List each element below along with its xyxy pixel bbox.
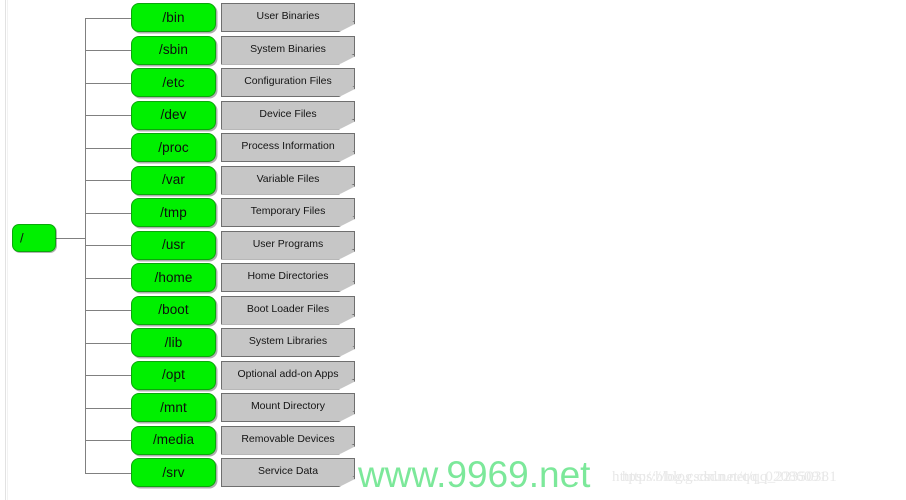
- directory-description-bin: User Binaries: [221, 3, 355, 32]
- directory-description-label: System Binaries: [250, 42, 326, 55]
- directory-description-label: Device Files: [259, 107, 317, 120]
- directory-node-bin[interactable]: /bin: [131, 3, 216, 32]
- directory-description-boot: Boot Loader Files: [221, 295, 355, 325]
- directory-node-mnt[interactable]: /mnt: [131, 393, 216, 422]
- directory-description-sbin: System Binaries: [221, 35, 355, 65]
- tree-branch-line: [85, 83, 131, 85]
- directory-description-label: Service Data: [257, 465, 319, 478]
- folded-corner-icon: [337, 411, 354, 421]
- directory-node-opt[interactable]: /opt: [131, 360, 216, 390]
- page-edge-line-secondary: [7, 0, 8, 500]
- tree-branch-line: [85, 148, 131, 150]
- page-edge-line: [5, 0, 6, 500]
- folded-corner-icon: [337, 313, 354, 324]
- tree-branch-line: [85, 343, 131, 345]
- directory-node-label: /usr: [162, 237, 185, 253]
- node-root[interactable]: /: [12, 224, 56, 252]
- directory-description-label: User Programs: [252, 237, 324, 250]
- tree-branch-line: [85, 310, 131, 312]
- directory-node-usr[interactable]: /usr: [131, 230, 216, 260]
- directory-node-lib[interactable]: /lib: [131, 328, 216, 357]
- directory-node-label: /mnt: [160, 399, 187, 415]
- directory-description-opt: Optional add-on Apps: [221, 360, 355, 390]
- directory-node-label: /opt: [162, 367, 185, 383]
- directory-node-label: /sbin: [158, 42, 189, 58]
- directory-description-media: Removable Devices: [221, 425, 355, 455]
- tree-branch-line: [85, 50, 131, 52]
- directory-description-label: Mount Directory: [250, 400, 326, 413]
- directory-description-proc: Process Information: [221, 133, 355, 162]
- tree-branch-line: [85, 375, 131, 377]
- folded-corner-icon: [337, 248, 354, 259]
- tree-trunk-line: [85, 18, 87, 473]
- directory-description-usr: User Programs: [221, 230, 355, 260]
- directory-node-label: /proc: [158, 139, 189, 155]
- directory-description-etc: Configuration Files: [221, 68, 355, 97]
- directory-node-label: /var: [162, 172, 185, 188]
- directory-node-dev[interactable]: /dev: [131, 100, 216, 130]
- directory-node-home[interactable]: /home: [131, 263, 216, 292]
- folded-corner-icon: [337, 53, 354, 64]
- directory-description-var: Variable Files: [221, 165, 355, 195]
- tree-branch-line: [85, 440, 131, 442]
- directory-node-label: /boot: [158, 302, 189, 318]
- directory-description-srv: Service Data: [221, 458, 355, 487]
- folded-corner-icon: [337, 443, 354, 454]
- folded-corner-icon: [337, 183, 354, 194]
- directory-node-label: /home: [154, 269, 193, 285]
- tree-branch-line: [85, 115, 131, 117]
- directory-description-label: Variable Files: [256, 172, 320, 185]
- directory-node-label: /lib: [164, 334, 183, 350]
- folded-corner-icon: [337, 21, 354, 31]
- directory-description-home: Home Directories: [221, 263, 355, 292]
- directory-node-sbin[interactable]: /sbin: [131, 35, 216, 65]
- directory-node-srv[interactable]: /srv: [131, 458, 216, 487]
- folded-corner-icon: [337, 216, 354, 226]
- directory-node-boot[interactable]: /boot: [131, 295, 216, 325]
- directory-node-media[interactable]: /media: [131, 425, 216, 455]
- folded-corner-icon: [337, 151, 354, 161]
- tree-branch-line: [85, 18, 131, 20]
- directory-description-mnt: Mount Directory: [221, 393, 355, 422]
- directory-description-label: Temporary Files: [250, 205, 326, 218]
- folded-corner-icon: [337, 281, 354, 291]
- watermark-blog-url-b: https://blog.csdn.net/qq_22350381: [622, 469, 837, 485]
- directory-node-label: /media: [152, 432, 195, 448]
- folded-corner-icon: [337, 346, 354, 356]
- folded-corner-icon: [337, 86, 354, 96]
- tree-branch-line: [85, 213, 131, 215]
- directory-node-proc[interactable]: /proc: [131, 133, 216, 162]
- directory-node-var[interactable]: /var: [131, 165, 216, 195]
- directory-description-label: Boot Loader Files: [246, 302, 330, 315]
- directory-description-label: Configuration Files: [244, 75, 332, 88]
- directory-description-label: User Binaries: [256, 10, 320, 23]
- tree-branch-line: [85, 473, 131, 475]
- folded-corner-icon: [337, 378, 354, 389]
- directory-node-tmp[interactable]: /tmp: [131, 198, 216, 227]
- directory-description-label: Process Information: [241, 140, 335, 153]
- directory-description-tmp: Temporary Files: [221, 198, 355, 227]
- watermark-site-green: www.9969.net: [358, 454, 591, 495]
- directory-node-label: /srv: [162, 464, 185, 480]
- tree-branch-line: [85, 245, 131, 247]
- tree-branch-line: [85, 180, 131, 182]
- directory-description-dev: Device Files: [221, 100, 355, 130]
- tree-branch-line: [85, 278, 131, 280]
- folded-corner-icon: [337, 476, 354, 486]
- directory-node-label: /dev: [160, 107, 187, 123]
- folded-corner-icon: [337, 118, 354, 129]
- directory-node-label: /bin: [162, 9, 185, 25]
- root-connector-line: [56, 238, 86, 240]
- filesystem-hierarchy-diagram: / /bin User Binaries/sbin System Binaries /…: [0, 0, 906, 500]
- node-root-label: /: [20, 230, 24, 246]
- directory-description-label: Home Directories: [247, 270, 329, 283]
- directory-description-label: Optional add-on Apps: [237, 367, 339, 380]
- directory-description-label: System Libraries: [248, 335, 328, 348]
- directory-node-label: /tmp: [160, 204, 187, 220]
- directory-description-label: Removable Devices: [241, 432, 335, 445]
- directory-node-label: /etc: [162, 74, 185, 90]
- tree-branch-line: [85, 408, 131, 410]
- directory-description-lib: System Libraries: [221, 328, 355, 357]
- directory-node-etc[interactable]: /etc: [131, 68, 216, 97]
